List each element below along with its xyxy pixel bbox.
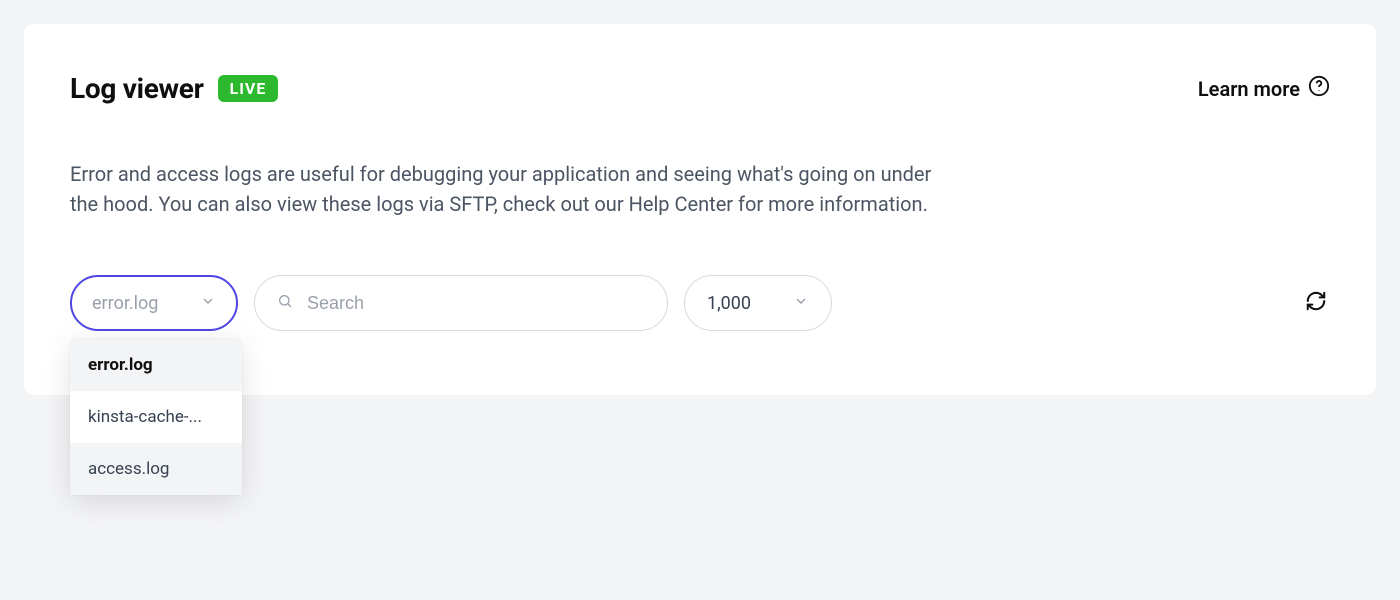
search-icon bbox=[277, 293, 293, 314]
dropdown-option-access-log[interactable]: access.log access.log bbox=[70, 443, 242, 495]
log-file-dropdown: error.log kinsta-cache-... access.log ac… bbox=[70, 339, 242, 495]
dropdown-option-error-log[interactable]: error.log bbox=[70, 339, 242, 391]
header-row: Log viewer LIVE Learn more bbox=[70, 72, 1330, 105]
log-file-select-value: error.log bbox=[92, 293, 158, 314]
learn-more-label: Learn more bbox=[1198, 77, 1300, 101]
description-text: Error and access logs are useful for deb… bbox=[70, 159, 950, 219]
line-count-value: 1,000 bbox=[707, 293, 751, 314]
refresh-button[interactable] bbox=[1302, 289, 1330, 317]
log-viewer-card: Log viewer LIVE Learn more Error and acc… bbox=[24, 24, 1376, 395]
log-file-select[interactable]: error.log bbox=[70, 275, 238, 331]
refresh-icon bbox=[1305, 290, 1327, 316]
title-group: Log viewer LIVE bbox=[70, 72, 278, 105]
page-title: Log viewer bbox=[70, 72, 204, 105]
dropdown-option-kinsta-cache[interactable]: kinsta-cache-... bbox=[70, 391, 242, 443]
chevron-down-icon bbox=[200, 293, 216, 314]
search-box[interactable] bbox=[254, 275, 668, 331]
live-badge: LIVE bbox=[218, 75, 279, 102]
line-count-select[interactable]: 1,000 bbox=[684, 275, 832, 331]
help-icon bbox=[1308, 75, 1330, 102]
controls-row: error.log 1,000 bbox=[70, 275, 1330, 331]
chevron-down-icon bbox=[793, 293, 809, 314]
search-input[interactable] bbox=[307, 293, 645, 314]
learn-more-link[interactable]: Learn more bbox=[1198, 75, 1330, 102]
